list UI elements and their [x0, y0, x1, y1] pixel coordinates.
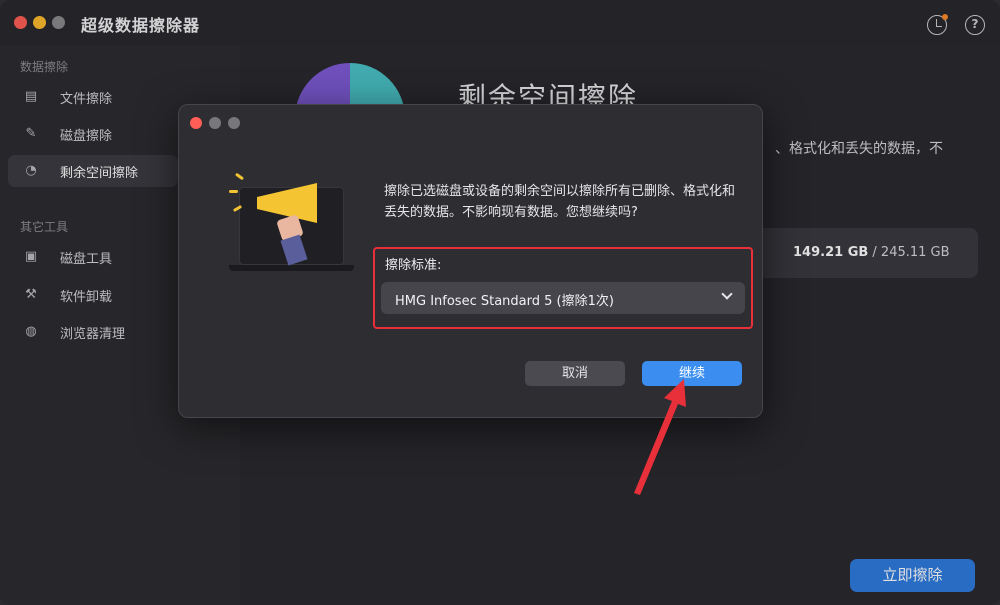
annotation-arrow — [634, 379, 686, 495]
confirm-dialog: 擦除已选磁盘或设备的剩余空间以擦除所有已删除、格式化和丢失的数据。不影响现有数据… — [178, 104, 763, 418]
erase-standard-value: HMG Infosec Standard 5 (擦除1次) — [395, 294, 614, 309]
dialog-zoom-button — [228, 117, 240, 129]
dialog-minimize-button — [209, 117, 221, 129]
laptop-base — [229, 265, 354, 271]
dialog-close-button[interactable] — [190, 117, 202, 129]
dialog-message: 擦除已选磁盘或设备的剩余空间以擦除所有已删除、格式化和丢失的数据。不影响现有数据… — [384, 184, 736, 220]
spark-icon — [229, 190, 238, 193]
megaphone-illustration — [229, 165, 359, 275]
erase-standard-select[interactable]: HMG Infosec Standard 5 (擦除1次) — [381, 282, 745, 314]
spark-icon — [234, 172, 245, 181]
erase-standard-label: 擦除标准: — [385, 258, 442, 273]
chevron-down-icon — [721, 288, 733, 300]
app-window: 超级数据擦除器 ? 数据擦除 ▤ 文件擦除 ✎ 磁盘擦除 ◔ 剩余空间擦除 其它… — [0, 0, 1000, 605]
cancel-button[interactable]: 取消 — [525, 361, 625, 386]
